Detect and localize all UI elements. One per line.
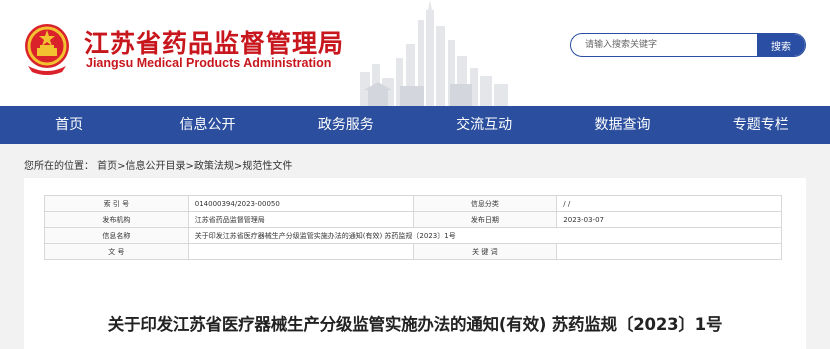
meta-label-keywords: 关 键 词 xyxy=(412,243,558,260)
meta-value-document-number xyxy=(187,243,414,260)
meta-value-category: / / xyxy=(556,195,782,212)
national-emblem-icon xyxy=(25,24,69,75)
site-title-chinese: 江苏省药品监督管理局 xyxy=(84,29,345,58)
nav-item-government-services[interactable]: 政务服务 xyxy=(277,106,415,144)
meta-value-index-number: 014000394/2023-00050 xyxy=(187,195,414,212)
meta-label-publish-date: 发布日期 xyxy=(412,211,558,228)
breadcrumb[interactable]: 您所在的位置： 首页>信息公开目录>政策法规>规范性文件 xyxy=(24,157,292,172)
search-button[interactable]: 搜索 xyxy=(757,34,805,56)
article-title: 关于印发江苏省医疗器械生产分级监管实施办法的通知(有效) 苏药监规〔2023〕1… xyxy=(107,315,723,334)
table-row: 文 号 关 键 词 xyxy=(44,243,782,260)
nav-item-special-topics[interactable]: 专题专栏 xyxy=(692,106,830,144)
city-skyline-illustration xyxy=(360,0,508,106)
table-row: 信息名称 关于印发江苏省医疗器械生产分级监管实施办法的通知(有效) 苏药监规〔2… xyxy=(44,227,783,244)
meta-value-info-name: 关于印发江苏省医疗器械生产分级监管实施办法的通知(有效) 苏药监规〔2023〕1… xyxy=(187,227,783,244)
meta-label-index-number: 索 引 号 xyxy=(44,195,189,212)
table-row: 索 引 号 014000394/2023-00050 信息分类 / / xyxy=(44,195,782,212)
search-input[interactable] xyxy=(571,34,757,56)
nav-item-info-disclosure[interactable]: 信息公开 xyxy=(138,106,276,144)
site-header: 江苏省药品监督管理局 Jiangsu Medical Products Admi… xyxy=(0,0,830,106)
site-title-english: Jiangsu Medical Products Administration xyxy=(86,56,332,70)
table-row: 发布机构 江苏省药品监督管理局 发布日期 2023-03-07 xyxy=(44,211,782,228)
meta-label-document-number: 文 号 xyxy=(44,243,189,260)
meta-value-publish-date: 2023-03-07 xyxy=(556,211,782,228)
nav-item-interaction[interactable]: 交流互动 xyxy=(415,106,553,144)
search-form: 搜索 xyxy=(570,33,806,57)
meta-label-publisher: 发布机构 xyxy=(44,211,189,228)
meta-label-category: 信息分类 xyxy=(412,195,558,212)
nav-item-data-query[interactable]: 数据查询 xyxy=(553,106,691,144)
article-panel: 索 引 号 014000394/2023-00050 信息分类 / / 发布机构… xyxy=(24,178,806,349)
meta-value-keywords xyxy=(556,243,782,260)
main-navigation: 首页 信息公开 政务服务 交流互动 数据查询 专题专栏 xyxy=(0,106,830,144)
meta-value-publisher: 江苏省药品监督管理局 xyxy=(187,211,414,228)
document-metadata-table: 索 引 号 014000394/2023-00050 信息分类 / / 发布机构… xyxy=(44,195,783,260)
nav-item-home[interactable]: 首页 xyxy=(0,106,138,144)
meta-label-info-name: 信息名称 xyxy=(44,227,189,244)
